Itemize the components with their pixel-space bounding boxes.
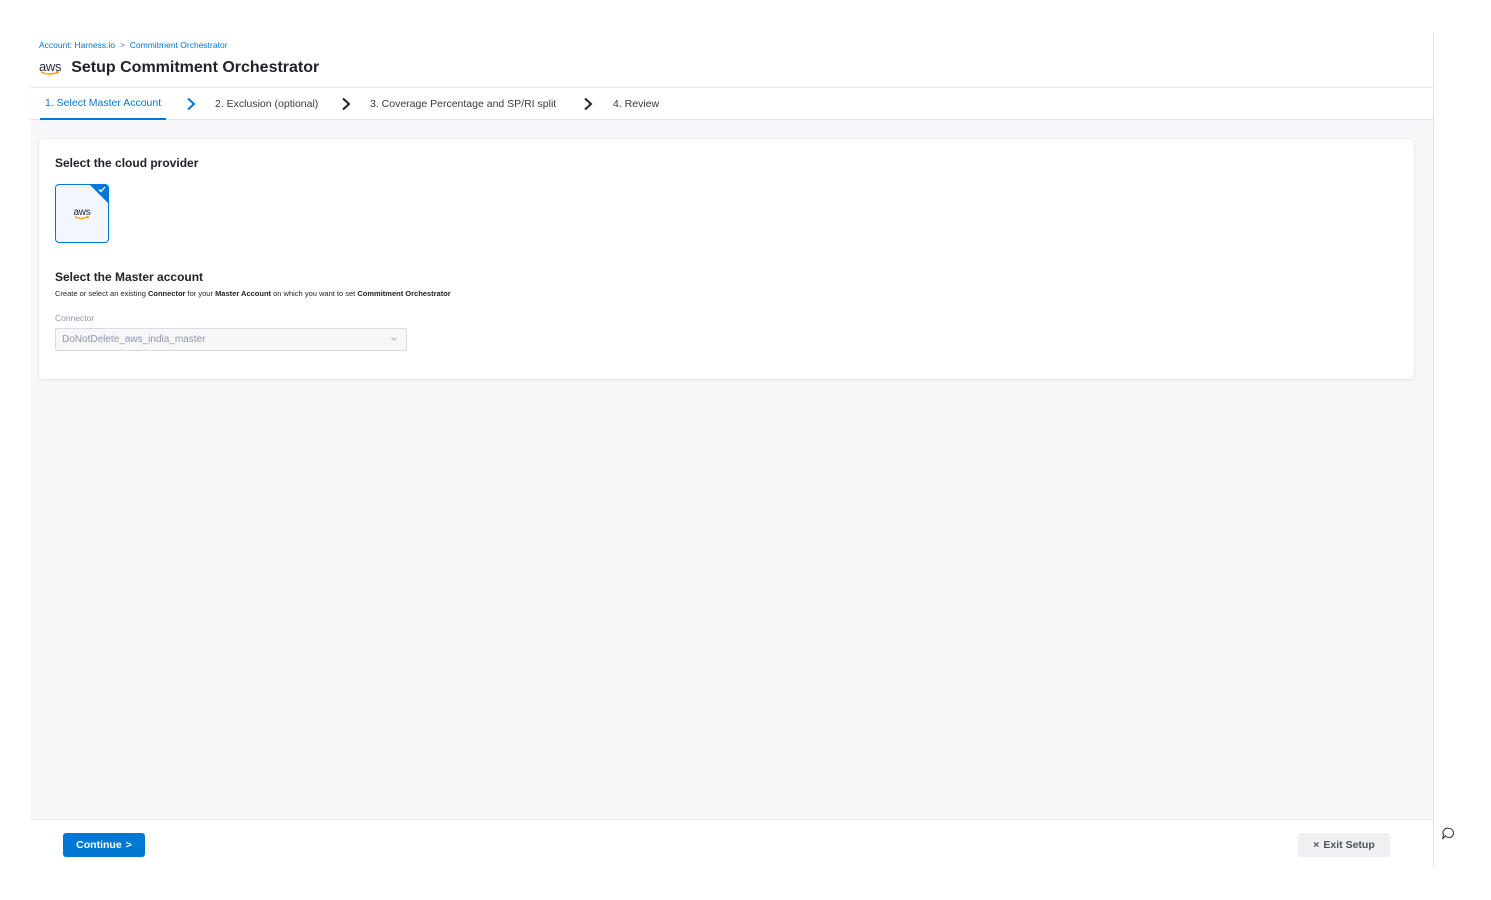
page-title: Setup Commitment Orchestrator (71, 59, 320, 76)
chevron-down-icon (391, 337, 397, 341)
breadcrumb: Account: Harness.io > Commitment Orchest… (39, 40, 228, 50)
tab-label: 1. Select Master Account (45, 97, 162, 109)
chevron-right-icon: > (125, 839, 132, 851)
tab-review[interactable]: 4. Review (613, 88, 659, 120)
aws-logo-icon: aws (74, 207, 91, 220)
chevron-right-icon (584, 97, 593, 111)
breadcrumb-page-link[interactable]: Commitment Orchestrator (130, 40, 228, 50)
tab-label: 4. Review (613, 98, 660, 110)
connector-label: Connector (55, 313, 95, 323)
desc-text: Create or select an existing (55, 289, 148, 298)
continue-button-label: Continue (76, 839, 122, 851)
title-row: aws Setup Commitment Orchestrator (39, 59, 319, 77)
panel-divider (1433, 32, 1434, 868)
breadcrumb-separator: > (120, 40, 125, 50)
desc-bold: Commitment Orchestrator (357, 289, 451, 298)
chat-bubble-icon[interactable] (1440, 826, 1456, 842)
wizard-steps: 1. Select Master Account 2. Exclusion (o… (30, 88, 1434, 120)
main-content: Select the cloud provider aws Select the… (30, 121, 1434, 819)
connector-select-value: DoNotDelete_aws_india_master (62, 334, 206, 345)
setup-app: Account: Harness.io > Commitment Orchest… (30, 0, 1434, 900)
check-icon (98, 186, 106, 193)
master-account-description: Create or select an existing Connector f… (55, 289, 451, 298)
page-header: Account: Harness.io > Commitment Orchest… (30, 0, 1434, 88)
chevron-right-icon (342, 97, 351, 111)
tab-select-master-account[interactable]: 1. Select Master Account (40, 88, 167, 120)
tab-label: 2. Exclusion (optional) (215, 98, 319, 110)
tab-exclusion[interactable]: 2. Exclusion (optional) (215, 88, 318, 120)
desc-text: for your (185, 289, 216, 298)
setup-card: Select the cloud provider aws Select the… (39, 139, 1414, 379)
desc-bold: Master Account (215, 289, 272, 298)
exit-setup-label: Exit Setup (1323, 839, 1375, 851)
desc-text: on which you want to set (271, 289, 358, 298)
aws-logo-icon: aws (39, 60, 62, 76)
cloud-provider-heading: Select the cloud provider (55, 156, 199, 170)
tab-label: 3. Coverage Percentage and SP/RI split (370, 98, 557, 110)
wizard-footer: Continue > × Exit Setup (30, 819, 1434, 870)
desc-bold: Connector (147, 289, 186, 298)
chevron-right-icon (187, 97, 196, 111)
provider-tile-aws[interactable]: aws (55, 184, 109, 243)
breadcrumb-account-link[interactable]: Account: Harness.io (39, 40, 115, 50)
tab-coverage-percentage[interactable]: 3. Coverage Percentage and SP/RI split (370, 88, 556, 120)
close-icon: × (1313, 839, 1320, 851)
master-account-heading: Select the Master account (55, 270, 204, 284)
continue-button[interactable]: Continue > (63, 833, 145, 857)
connector-select[interactable]: DoNotDelete_aws_india_master (55, 328, 407, 351)
exit-setup-button[interactable]: × Exit Setup (1298, 833, 1390, 857)
